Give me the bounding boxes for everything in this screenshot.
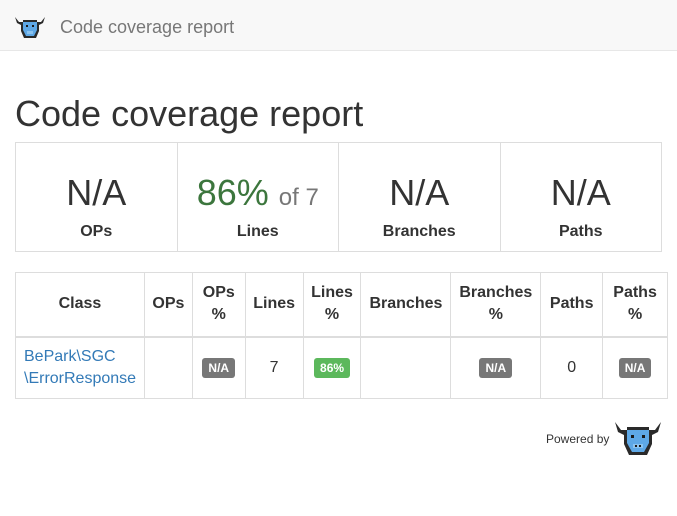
ops-cell — [143, 336, 193, 399]
summary-lines: 86% of 7 Lines — [178, 143, 339, 251]
ops-percent-badge: N/A — [202, 357, 236, 378]
summary-lines-total: of 7 — [278, 184, 319, 211]
lines-percent-badge: 86% — [314, 357, 351, 378]
page-title: Code coverage report — [15, 93, 364, 134]
paths-percent-cell: N/A — [602, 336, 668, 399]
ops-percent-cell: N/A — [191, 336, 246, 399]
coverage-table: Class OPs OPs% Lines Lines% Branches Bra… — [15, 272, 668, 399]
navbar: Code coverage report — [0, 0, 677, 51]
header-ops: OPs — [143, 272, 193, 338]
table-row: BePark\SGC \ErrorResponse N/A 7 86% N/A 0… — [15, 336, 668, 399]
summary-branches-value: N/A — [389, 172, 450, 213]
lines-percent-cell: 86% — [302, 336, 362, 399]
header-paths: Paths — [540, 272, 604, 338]
summary-lines-percent: 86% — [196, 172, 269, 213]
summary-paths: N/A Paths — [501, 143, 662, 251]
branches-percent-cell: N/A — [450, 336, 542, 399]
summary-lines-value: 86% of 7 — [178, 173, 339, 218]
summary-branches-label: Branches — [382, 223, 456, 240]
class-cell: BePark\SGC \ErrorResponse — [15, 336, 145, 399]
branches-percent-badge: N/A — [479, 357, 513, 378]
header-paths-percent: Paths% — [602, 272, 668, 338]
header-ops-percent: OPs% — [191, 272, 246, 338]
bull-logo-icon[interactable] — [614, 418, 662, 458]
navbar-brand[interactable]: Code coverage report — [60, 17, 234, 38]
header-class: Class — [15, 272, 145, 338]
bull-logo-icon[interactable] — [14, 14, 46, 40]
lines-cell: 7 — [244, 336, 304, 399]
paths-cell: 0 — [540, 336, 604, 399]
table-header-row: Class OPs OPs% Lines Lines% Branches Bra… — [15, 272, 668, 338]
summary-ops-label: OPs — [80, 223, 113, 240]
summary-paths-value: N/A — [550, 172, 611, 213]
header-branches-percent: Branches% — [450, 272, 542, 338]
header-lines-percent: Lines% — [302, 272, 362, 338]
paths-percent-badge: N/A — [618, 357, 652, 378]
header-lines: Lines — [244, 272, 304, 338]
coverage-summary: N/A OPs 86% of 7 Lines N/A Branches N/A … — [15, 142, 662, 252]
summary-ops: N/A OPs — [16, 143, 178, 251]
summary-branches: N/A Branches — [339, 143, 501, 251]
class-link[interactable]: BePark\SGC \ErrorResponse — [24, 348, 136, 387]
summary-ops-value: N/A — [66, 172, 127, 213]
branches-cell — [360, 336, 452, 399]
summary-lines-label: Lines — [236, 223, 279, 240]
powered-by-text: Powered by — [546, 432, 610, 446]
header-branches: Branches — [360, 272, 452, 338]
summary-paths-label: Paths — [558, 223, 603, 240]
